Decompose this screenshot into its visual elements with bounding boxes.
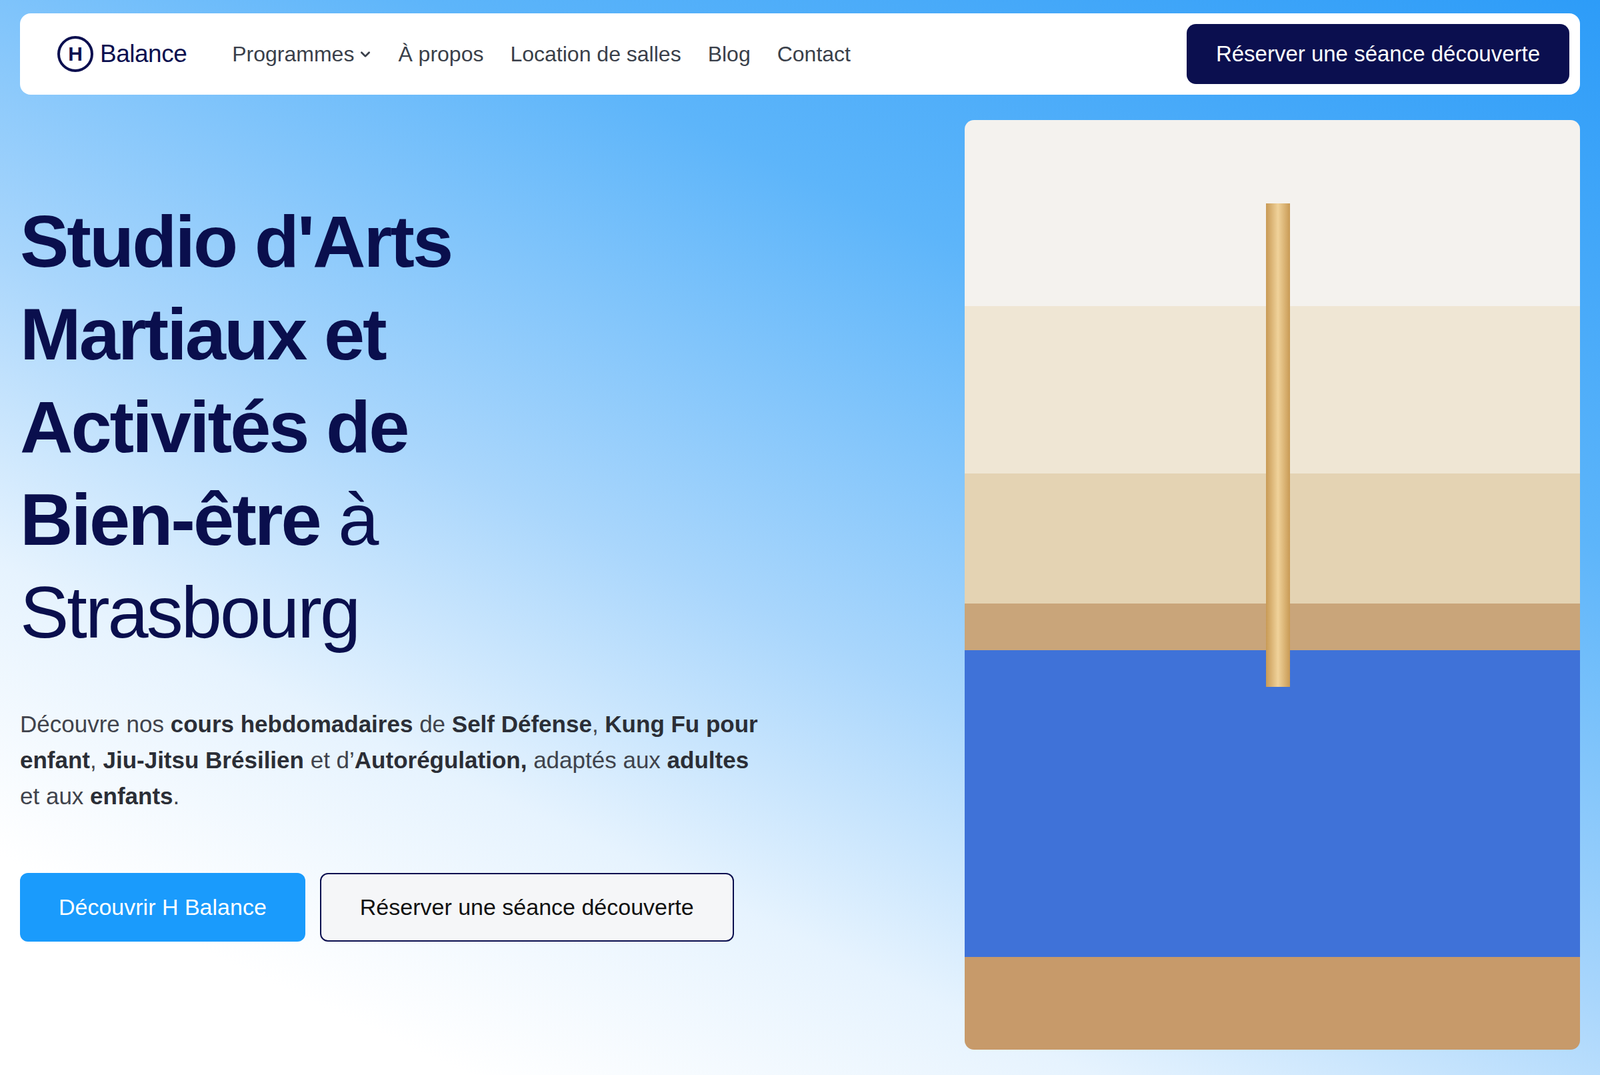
intro-segment: , [592,710,605,737]
intro-segment: adaptés aux [526,746,667,773]
title-segment: à [320,478,378,560]
intro-segment: de [412,710,452,737]
title-line: Bien-être à [20,472,925,566]
nav-link[interactable]: Programmes [232,38,372,70]
intro-segment: et aux [20,782,90,809]
navbar: HBalance Programmes À propos Location de s… [20,13,1580,95]
title-segment: Bien-être [20,478,320,560]
title-segment: Studio d'Arts [20,200,452,282]
title-segment: Strasbourg [20,570,359,653]
nav-link[interactable]: Blog [708,38,751,70]
logo[interactable]: HBalance [57,35,187,73]
intro-segment: , [90,746,103,773]
nav-link[interactable]: Location de salles [510,38,681,70]
discover-button[interactable]: Découvrir H Balance [20,872,306,942]
nav-link-label: Location de salles [510,38,681,70]
nav-link-label: Contact [777,38,851,70]
book-trial-button[interactable]: Réserver une séance découverte [320,872,734,942]
chevron-down-icon [359,48,372,60]
nav-links: Programmes À propos Location de salles Blog… [232,38,851,70]
intro-segment: enfants [90,782,173,809]
intro-segment: Autorégulation, [354,746,528,773]
intro-segment: Jiu-Jitsu Brésilien [102,746,304,773]
hero-title: Studio d'ArtsMartiaux etActivités deBien… [20,194,925,658]
intro-segment: cours hebdomadaires [170,710,414,737]
hero-buttons: Découvrir H BalanceRéserver une séance d… [20,872,925,942]
logo-icon: H [57,36,94,72]
nav-link-label: Blog [708,38,751,70]
book-trial-button[interactable]: Réserver une séance découverte [1186,24,1570,84]
nav-link[interactable]: À propos [398,38,484,70]
title-segment: Martiaux et [20,292,386,375]
title-line: Martiaux et [20,287,925,380]
nav-link-label: Programmes [232,38,354,70]
intro-segment: Self Défense [452,710,592,737]
hero: Studio d'ArtsMartiaux etActivités deBien… [20,120,925,942]
nav-link[interactable]: Contact [777,38,851,70]
intro-segment: adultes [667,746,750,773]
nav-link-label: À propos [398,38,484,70]
title-line: Activités de [20,380,925,473]
title-segment: Activités de [20,385,408,468]
title-line: Strasbourg [20,565,925,658]
intro-segment: . [173,782,180,809]
hero-intro: Découvre nos cours hebdomadaires de Self… [20,706,774,814]
studio-photo [964,120,1580,1050]
title-line: Studio d'Arts [20,194,925,288]
intro-segment: Découvre nos [20,710,171,737]
intro-segment: et d’ [304,746,355,773]
logo-text: Balance [100,35,187,73]
